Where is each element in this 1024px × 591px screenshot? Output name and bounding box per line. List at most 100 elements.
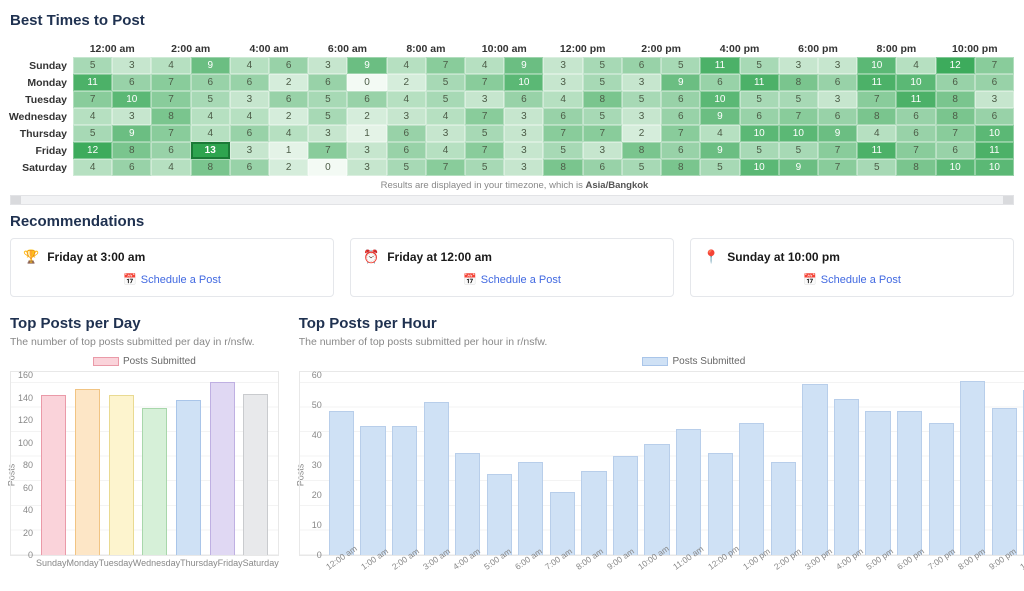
heatmap-cell[interactable]: 2 [387,74,426,91]
heatmap-cell[interactable]: 4 [269,125,308,142]
heatmap-cell[interactable]: 4 [151,57,190,74]
heatmap-cell[interactable]: 0 [308,159,347,176]
bar[interactable] [802,384,827,555]
heatmap-cell[interactable]: 3 [583,142,622,159]
heatmap-cell[interactable]: 6 [230,74,269,91]
heatmap-cell[interactable]: 6 [112,159,151,176]
heatmap-cell[interactable]: 4 [426,142,465,159]
heatmap-cell[interactable]: 10 [700,91,739,108]
heatmap-cell[interactable]: 7 [465,142,504,159]
heatmap-cell[interactable]: 7 [151,125,190,142]
heatmap-cell[interactable]: 3 [426,125,465,142]
heatmap-cell[interactable]: 9 [700,108,739,125]
heatmap-cell[interactable]: 5 [426,91,465,108]
heatmap-cell[interactable]: 5 [857,159,896,176]
heatmap-cell[interactable]: 3 [230,142,269,159]
heatmap-cell[interactable]: 9 [112,125,151,142]
heatmap-cell[interactable]: 6 [975,74,1014,91]
heatmap-cell[interactable]: 8 [896,159,935,176]
heatmap-cell[interactable]: 7 [308,142,347,159]
heatmap-cell[interactable]: 7 [857,91,896,108]
heatmap-cell[interactable]: 7 [426,57,465,74]
heatmap-cell[interactable]: 9 [700,142,739,159]
heatmap-cell[interactable]: 7 [151,91,190,108]
heatmap-cell[interactable]: 6 [818,74,857,91]
heatmap-cell[interactable]: 0 [347,74,386,91]
bar[interactable] [142,408,167,555]
bar[interactable] [41,395,66,555]
heatmap-cell[interactable]: 3 [543,74,582,91]
heatmap-cell[interactable]: 6 [818,108,857,125]
heatmap-cell[interactable]: 7 [896,142,935,159]
heatmap-cell[interactable]: 10 [779,125,818,142]
bar[interactable] [929,423,954,555]
bar[interactable] [550,492,575,555]
heatmap-cell[interactable]: 5 [622,91,661,108]
heatmap-cell[interactable]: 3 [308,57,347,74]
heatmap-cell[interactable]: 11 [73,74,112,91]
heatmap-cell[interactable]: 6 [936,142,975,159]
heatmap-cell[interactable]: 10 [740,125,779,142]
heatmap-cell[interactable]: 6 [896,108,935,125]
heatmap-cell[interactable]: 6 [661,142,700,159]
heatmap-cell[interactable]: 3 [308,125,347,142]
heatmap-cell[interactable]: 7 [583,125,622,142]
schedule-post-link[interactable]: 📅Schedule a Post [23,273,321,286]
heatmap-cell[interactable]: 4 [191,125,230,142]
heatmap-cell[interactable]: 8 [583,91,622,108]
heatmap-cell[interactable]: 6 [661,91,700,108]
heatmap-cell[interactable]: 5 [426,74,465,91]
heatmap-cell[interactable]: 9 [779,159,818,176]
heatmap-cell[interactable]: 6 [230,125,269,142]
heatmap-cell[interactable]: 6 [269,91,308,108]
heatmap-cell[interactable]: 8 [543,159,582,176]
bar[interactable] [75,389,100,556]
bar[interactable] [676,429,701,555]
heatmap-cell[interactable]: 4 [387,57,426,74]
bar[interactable] [897,411,922,555]
heatmap-cell[interactable]: 6 [151,142,190,159]
bar[interactable] [424,402,449,555]
heatmap-cell[interactable]: 7 [818,142,857,159]
heatmap-cell[interactable]: 6 [230,159,269,176]
heatmap-cell[interactable]: 5 [740,91,779,108]
heatmap-cell[interactable]: 6 [308,74,347,91]
bar[interactable] [771,462,796,555]
bar[interactable] [109,395,134,555]
heatmap-cell[interactable]: 7 [975,57,1014,74]
heatmap-cell[interactable]: 7 [779,108,818,125]
heatmap-cell[interactable]: 5 [308,108,347,125]
heatmap-cell[interactable]: 6 [700,74,739,91]
heatmap-cell[interactable]: 5 [779,142,818,159]
heatmap-cell[interactable]: 3 [622,108,661,125]
heatmap-cell[interactable]: 7 [936,125,975,142]
heatmap-cell[interactable]: 5 [779,91,818,108]
heatmap-cell[interactable]: 8 [661,159,700,176]
heatmap-cell[interactable]: 4 [426,108,465,125]
heatmap-cell[interactable]: 10 [896,74,935,91]
bar[interactable] [329,411,354,555]
heatmap-cell[interactable]: 8 [857,108,896,125]
heatmap-cell[interactable]: 8 [112,142,151,159]
heatmap-cell[interactable]: 6 [661,108,700,125]
heatmap-cell[interactable]: 5 [622,159,661,176]
schedule-post-link[interactable]: 📅Schedule a Post [703,273,1001,286]
heatmap-cell[interactable]: 1 [347,125,386,142]
bar[interactable] [455,453,480,555]
heatmap-cell[interactable]: 4 [73,108,112,125]
heatmap-cell[interactable]: 4 [543,91,582,108]
heatmap-cell[interactable]: 8 [779,74,818,91]
heatmap-cell[interactable]: 3 [975,91,1014,108]
heatmap-cell[interactable]: 5 [700,159,739,176]
heatmap-cell[interactable]: 6 [740,108,779,125]
heatmap-cell[interactable]: 5 [543,142,582,159]
bar[interactable] [613,456,638,555]
heatmap-cell[interactable]: 6 [191,74,230,91]
heatmap-cell[interactable]: 8 [936,108,975,125]
heatmap-cell[interactable]: 6 [269,57,308,74]
heatmap-cell[interactable]: 3 [818,91,857,108]
heatmap-cell[interactable]: 6 [543,108,582,125]
heatmap-cell[interactable]: 11 [896,91,935,108]
bar[interactable] [243,394,268,555]
heatmap-cell[interactable]: 10 [975,159,1014,176]
